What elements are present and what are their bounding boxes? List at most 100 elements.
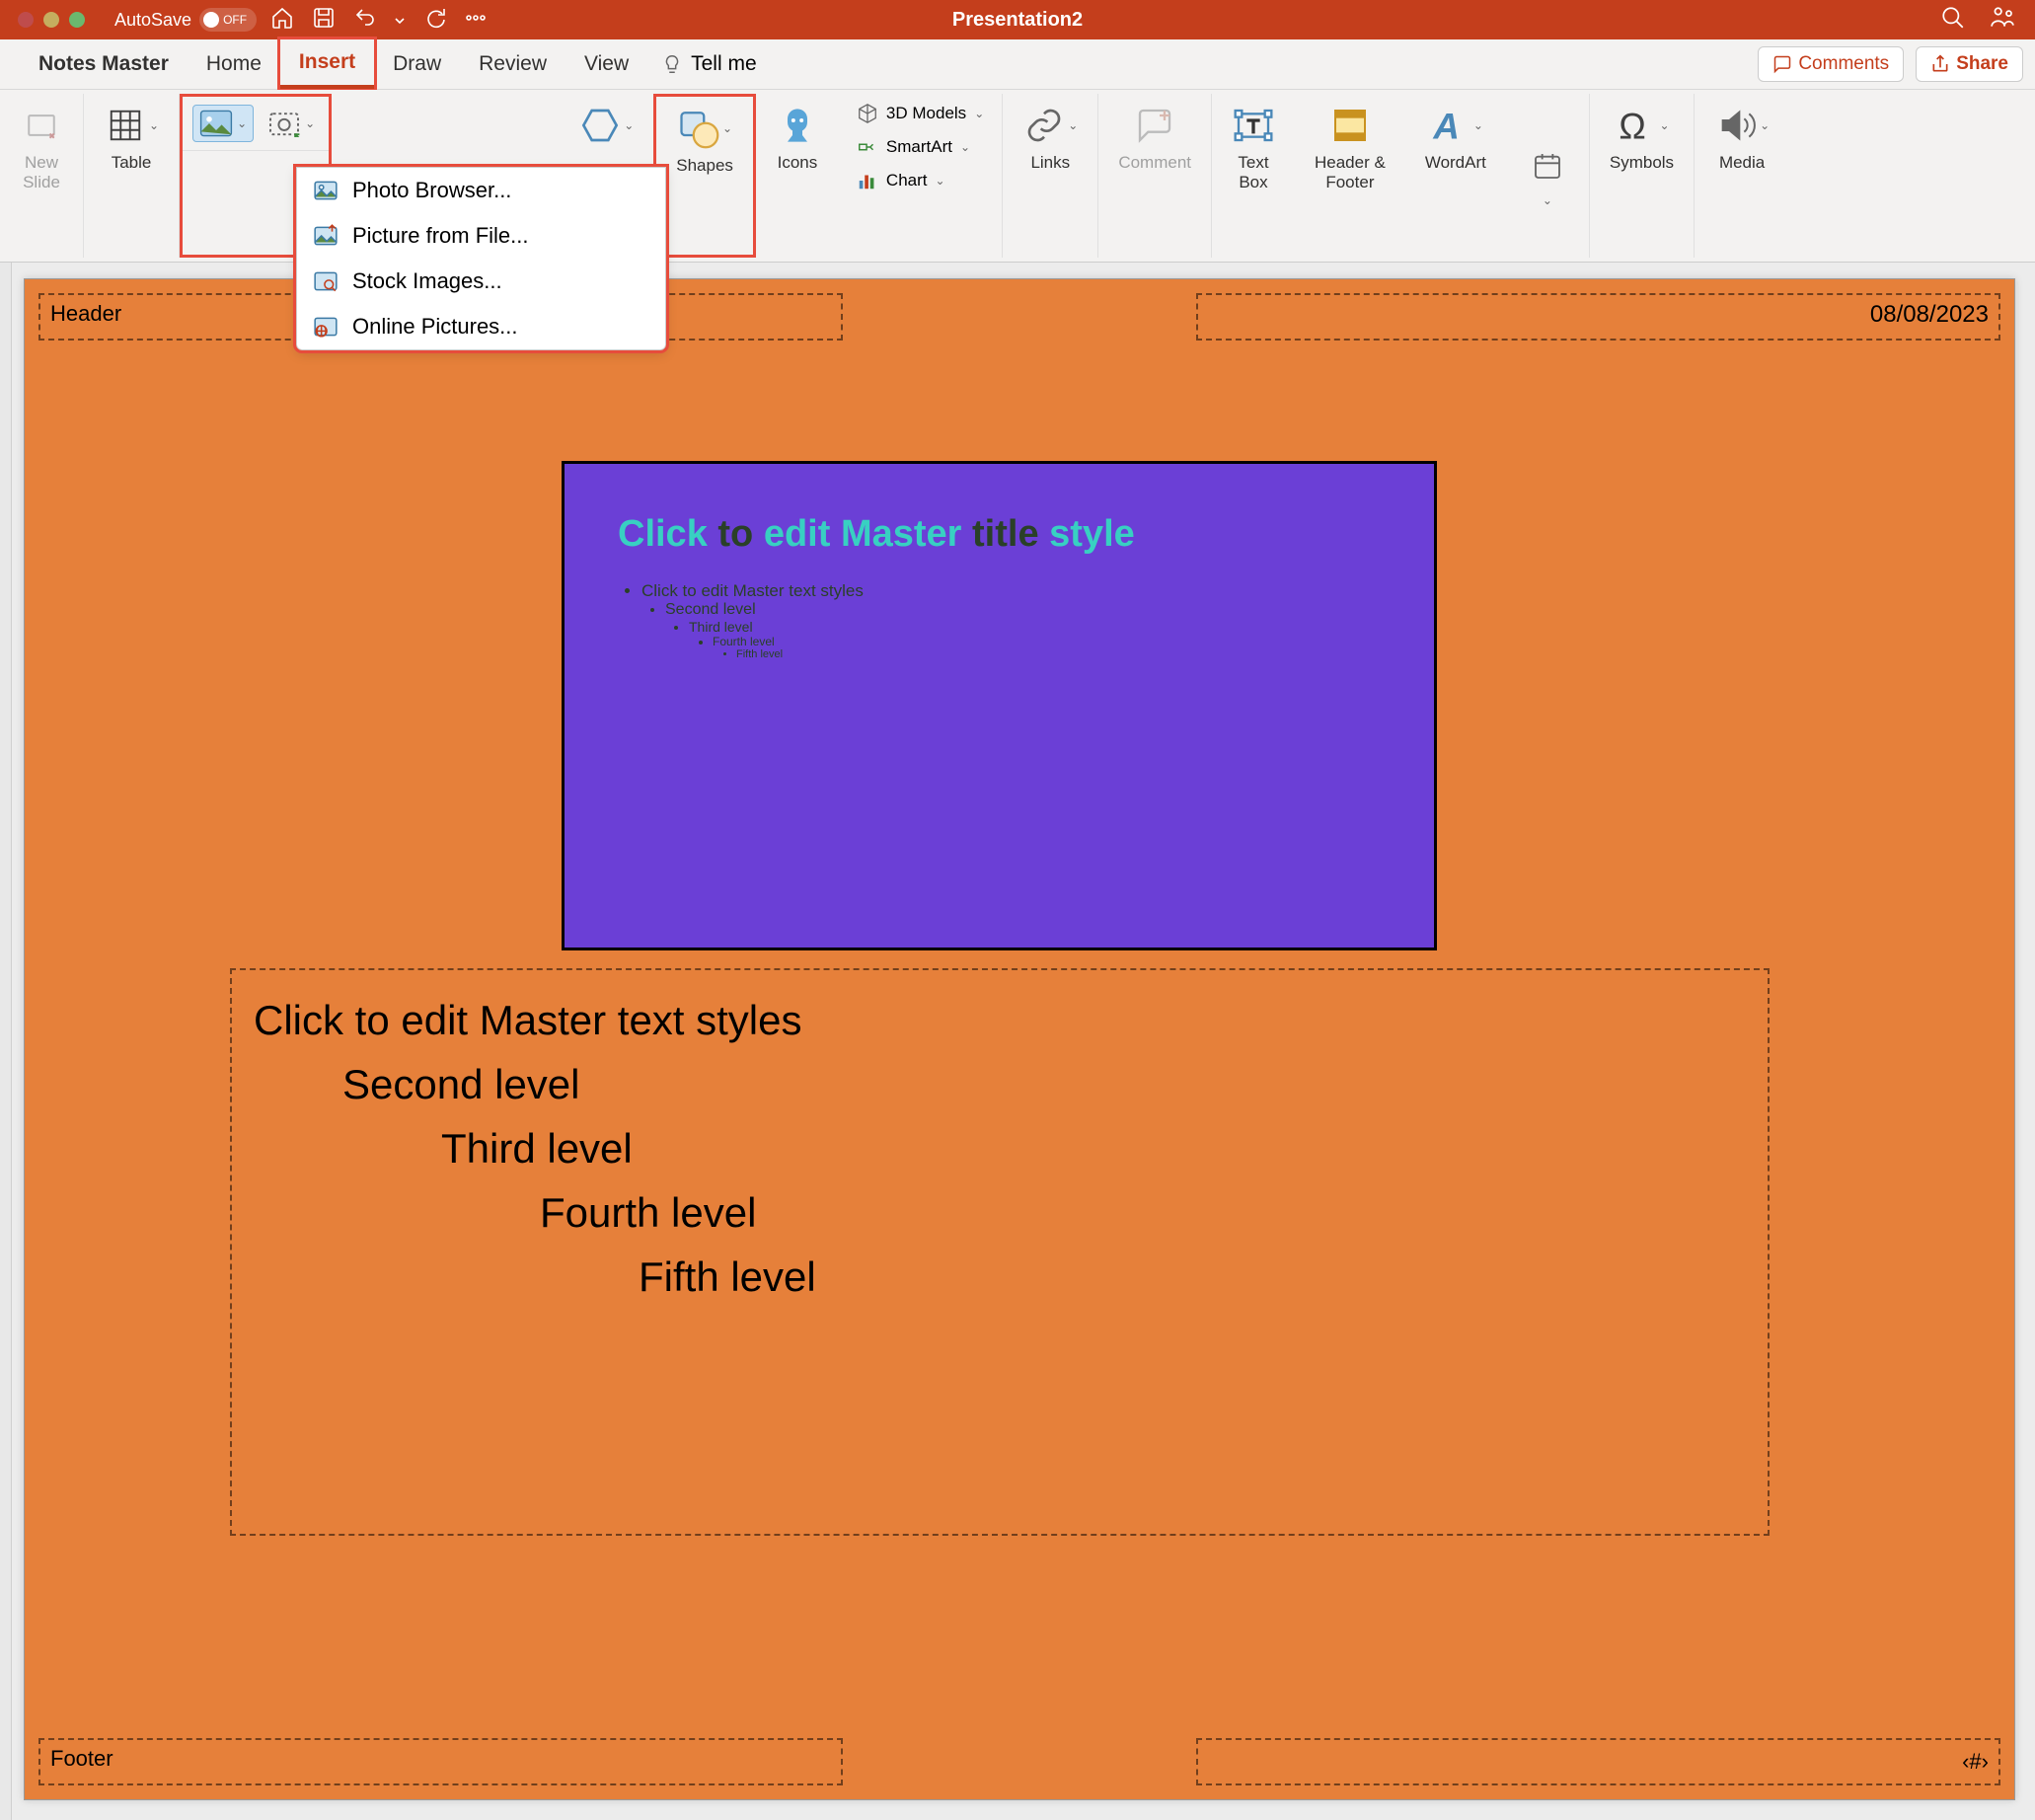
comments-button[interactable]: Comments xyxy=(1758,46,1904,82)
comment-label: Comment xyxy=(1118,153,1191,173)
stock-images-item[interactable]: Stock Images... xyxy=(297,259,665,304)
text-box-button[interactable]: Text Box xyxy=(1226,100,1281,197)
stock-images-label: Stock Images... xyxy=(352,268,502,294)
chart-button[interactable]: Chart ⌄ xyxy=(853,167,988,194)
account-icon[interactable] xyxy=(1990,5,2015,36)
autosave-control[interactable]: AutoSave OFF xyxy=(114,8,257,32)
autosave-toggle[interactable]: OFF xyxy=(199,8,257,32)
share-button[interactable]: Share xyxy=(1916,46,2023,82)
pictures-button[interactable]: ⌄ xyxy=(192,105,254,142)
online-pictures-label: Online Pictures... xyxy=(352,314,518,340)
header-text: Header xyxy=(50,301,121,327)
svg-text:A: A xyxy=(1432,106,1459,145)
tab-insert[interactable]: Insert xyxy=(280,39,374,89)
date-time-icon xyxy=(1526,144,1569,188)
svg-text:Ω: Ω xyxy=(1620,106,1646,145)
chevron-down-icon: ⌄ xyxy=(624,118,634,132)
picture-from-file-item[interactable]: Picture from File... xyxy=(297,213,665,259)
wordart-icon: A xyxy=(1428,104,1471,147)
minimize-window-button[interactable] xyxy=(43,12,59,28)
icons-button[interactable]: Icons xyxy=(770,100,825,177)
new-slide-button: New Slide xyxy=(14,100,69,197)
footer-placeholder[interactable]: Footer xyxy=(38,1738,843,1785)
camera-icon xyxy=(267,110,301,137)
chevron-down-icon: ⌄ xyxy=(1543,193,1552,207)
wordart-button[interactable]: A ⌄ WordArt xyxy=(1419,100,1492,177)
tab-view[interactable]: View xyxy=(565,39,647,89)
symbols-label: Symbols xyxy=(1610,153,1674,173)
omega-icon: Ω xyxy=(1614,104,1657,147)
link-icon xyxy=(1022,104,1066,147)
ribbon-tabs: Notes Master Home Insert Draw Review Vie… xyxy=(0,39,2035,90)
slide-master-title: Click to edit Master title style xyxy=(618,513,1381,556)
share-label: Share xyxy=(1956,53,2008,75)
table-icon xyxy=(104,104,147,147)
smartart-button[interactable]: SmartArt ⌄ xyxy=(853,133,988,161)
undo-icon[interactable] xyxy=(353,6,377,35)
body-level-5: Fifth level xyxy=(254,1245,1746,1309)
tell-me-search[interactable]: Tell me xyxy=(661,52,757,76)
picture-file-icon xyxy=(313,223,339,249)
thumbnail-pane-collapsed[interactable] xyxy=(0,263,12,1820)
links-button[interactable]: ⌄ Links xyxy=(1017,100,1084,177)
tab-draw[interactable]: Draw xyxy=(374,39,460,89)
speaker-icon xyxy=(1714,104,1758,147)
new-slide-label: New Slide xyxy=(23,153,60,193)
autosave-label: AutoSave xyxy=(114,10,191,31)
zoom-window-button[interactable] xyxy=(69,12,85,28)
3d-models-label: 3D Models xyxy=(886,104,966,123)
body-level-2: Second level xyxy=(254,1052,1746,1116)
table-button[interactable]: ⌄ Table xyxy=(98,100,165,177)
save-icon[interactable] xyxy=(312,6,336,35)
online-pictures-item[interactable]: Online Pictures... xyxy=(297,304,665,349)
slide-master-bullets: Click to edit Master text styles Second … xyxy=(618,581,1381,660)
new-slide-icon xyxy=(20,104,63,147)
header-footer-button[interactable]: Header & Footer xyxy=(1309,100,1392,197)
text-more-button[interactable]: ⌄ xyxy=(1520,100,1575,252)
more-icon[interactable] xyxy=(464,6,488,35)
photo-browser-item[interactable]: Photo Browser... xyxy=(297,168,665,213)
tab-review[interactable]: Review xyxy=(460,39,565,89)
undo-chevron-icon[interactable] xyxy=(395,10,405,31)
tab-notes-master[interactable]: Notes Master xyxy=(20,39,188,89)
photo-browser-icon xyxy=(313,178,339,203)
window-controls xyxy=(18,12,85,28)
media-button[interactable]: ⌄ Media xyxy=(1708,100,1775,177)
another-shapes-button[interactable]: ⌄ x xyxy=(572,100,640,177)
shapes-button[interactable]: ⌄ Shapes xyxy=(670,103,739,180)
table-label: Table xyxy=(112,153,152,173)
text-box-icon xyxy=(1232,104,1275,147)
notes-master-page[interactable]: Header 08/08/2023 Click to edit Master t… xyxy=(24,278,2015,1800)
chevron-down-icon: ⌄ xyxy=(1659,118,1669,132)
chevron-down-icon: ⌄ xyxy=(237,116,247,130)
chevron-down-icon: ⌄ xyxy=(960,140,970,154)
slide-image-placeholder[interactable]: Click to edit Master title style Click t… xyxy=(562,461,1437,950)
ribbon: New Slide ⌄ Table ⌄ ⌄ Photo Browse xyxy=(0,90,2035,263)
tab-home[interactable]: Home xyxy=(188,39,280,89)
close-window-button[interactable] xyxy=(18,12,34,28)
tell-me-label: Tell me xyxy=(691,52,757,76)
screenshot-button[interactable]: ⌄ xyxy=(264,105,319,142)
date-placeholder[interactable]: 08/08/2023 xyxy=(1196,293,2000,341)
body-placeholder[interactable]: Click to edit Master text styles Second … xyxy=(230,968,1770,1536)
titlebar: AutoSave OFF Presentation2 xyxy=(0,0,2035,39)
3d-models-button[interactable]: 3D Models ⌄ xyxy=(853,100,988,127)
date-text: 08/08/2023 xyxy=(1870,301,1989,329)
pictures-dropdown: Photo Browser... Picture from File... St… xyxy=(296,167,666,350)
footer-text: Footer xyxy=(50,1746,113,1772)
share-icon xyxy=(1930,54,1950,74)
autosave-state: OFF xyxy=(223,13,247,27)
cube-icon xyxy=(857,103,878,124)
header-footer-icon xyxy=(1328,104,1372,147)
shapes-label: Shapes xyxy=(676,156,733,176)
comments-label: Comments xyxy=(1798,53,1889,75)
slide-number-placeholder[interactable]: ‹#› xyxy=(1196,1738,2000,1785)
symbols-button[interactable]: Ω ⌄ Symbols xyxy=(1604,100,1680,177)
photo-browser-label: Photo Browser... xyxy=(352,178,511,203)
media-label: Media xyxy=(1719,153,1765,173)
home-icon[interactable] xyxy=(270,6,294,35)
search-icon[interactable] xyxy=(1940,5,1966,36)
stock-images-icon xyxy=(313,268,339,294)
redo-icon[interactable] xyxy=(422,6,446,35)
chevron-down-icon: ⌄ xyxy=(936,174,945,188)
